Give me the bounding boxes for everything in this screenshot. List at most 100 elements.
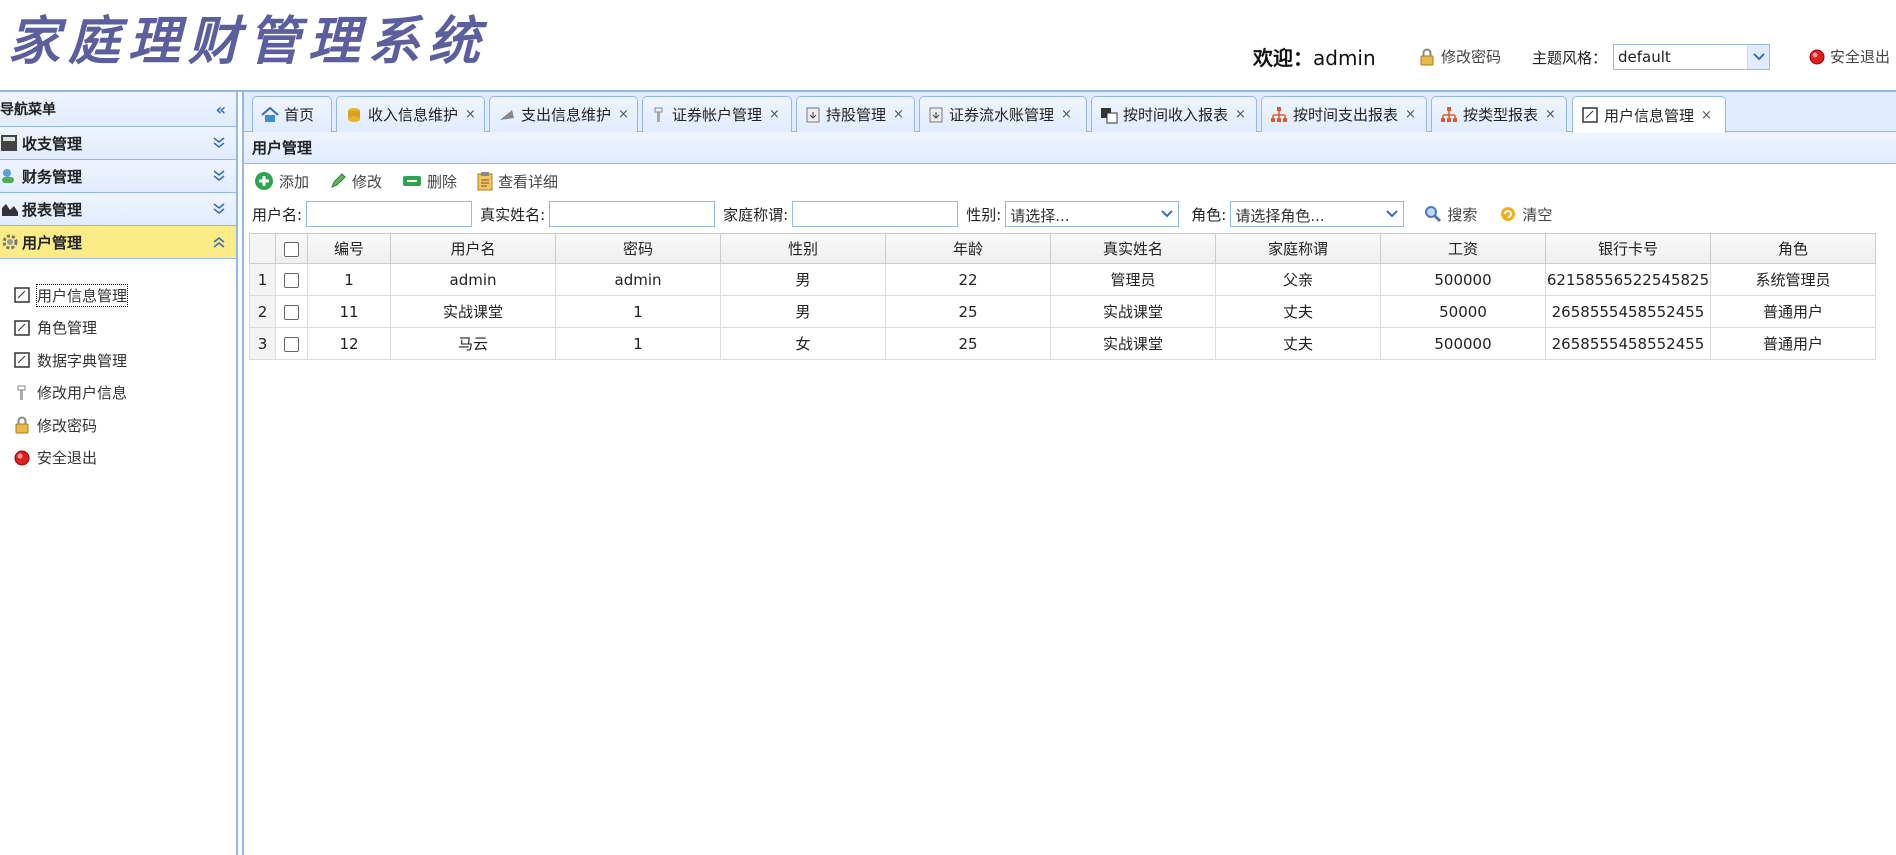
tab-income[interactable]: 收入信息维护 × — [336, 96, 485, 132]
role-filter-select[interactable]: 请选择角色... — [1230, 201, 1405, 227]
table-cell: 500000 — [1380, 327, 1546, 360]
column-header[interactable]: 真实姓名 — [1050, 233, 1216, 264]
column-header[interactable]: 编号 — [307, 233, 391, 264]
row-checkbox-cell[interactable] — [275, 327, 308, 360]
column-header[interactable]: 角色 — [1710, 233, 1876, 264]
tab-expense-report-by-time[interactable]: 按时间支出报表 × — [1261, 96, 1427, 132]
row-checkbox[interactable] — [284, 336, 299, 352]
column-header[interactable]: 密码 — [555, 233, 721, 264]
delete-button[interactable]: 删除 — [402, 171, 457, 192]
clear-button[interactable]: 清空 — [1499, 204, 1552, 225]
username-filter-input[interactable] — [306, 201, 473, 227]
close-icon[interactable]: × — [769, 107, 780, 122]
collapse-left-icon[interactable]: « — [216, 100, 226, 119]
gender-filter-select[interactable]: 请选择... — [1005, 201, 1180, 227]
row-checkbox[interactable] — [284, 304, 299, 320]
menu-item-change-password[interactable]: 修改密码 — [0, 409, 236, 442]
view-detail-button-label: 查看详细 — [498, 172, 559, 191]
select-all-checkbox-cell[interactable] — [275, 233, 308, 264]
table-cell: 丈夫 — [1215, 327, 1381, 360]
close-icon[interactable]: × — [1545, 107, 1556, 122]
theme-select[interactable]: default — [1613, 44, 1770, 70]
close-icon[interactable]: × — [893, 107, 904, 122]
tab-user-info-management[interactable]: 用户信息管理 × — [1572, 96, 1726, 133]
select-all-checkbox[interactable] — [284, 241, 299, 257]
edit-button[interactable]: 修改 — [329, 171, 382, 192]
section-user-management[interactable]: 用户管理 — [0, 226, 236, 259]
family-title-filter-label: 家庭称谓: — [723, 205, 789, 224]
tab-income-report-by-time[interactable]: 按时间收入报表 × — [1091, 96, 1257, 132]
column-header[interactable]: 银行卡号 — [1545, 233, 1711, 264]
close-icon[interactable]: × — [1061, 107, 1072, 122]
column-header[interactable]: 工资 — [1380, 233, 1546, 264]
tab-securities-ledger[interactable]: 证券流水账管理 × — [919, 96, 1087, 132]
tab-home[interactable]: 首页 — [252, 96, 332, 132]
clear-button-label: 清空 — [1522, 205, 1553, 224]
menu-item-roles[interactable]: 角色管理 — [0, 312, 236, 345]
column-header[interactable]: 家庭称谓 — [1215, 233, 1381, 264]
menu-item-dictionary[interactable]: 数据字典管理 — [0, 344, 236, 377]
column-header[interactable]: 性别 — [720, 233, 886, 264]
table-cell: admin — [390, 263, 556, 296]
chevron-down-icon[interactable] — [1747, 45, 1769, 69]
chart-icon — [2, 204, 18, 216]
menu-item-edit-user[interactable]: 修改用户信息 — [0, 377, 236, 410]
section-reports[interactable]: 报表管理 — [0, 193, 236, 226]
table-row[interactable]: 1 1 admin admin 男 22 管理员 父亲 500000 62158… — [249, 263, 1876, 296]
table-cell: 丈夫 — [1215, 295, 1381, 328]
chevron-down-icon[interactable] — [1156, 202, 1178, 226]
column-header[interactable]: 年龄 — [885, 233, 1051, 264]
view-detail-button[interactable]: 查看详细 — [477, 171, 558, 192]
menu-item-logout[interactable]: 安全退出 — [0, 442, 236, 475]
tab-securities-account[interactable]: 证券帐户管理 × — [642, 96, 792, 132]
menu-item-label: 角色管理 — [37, 319, 98, 338]
table-cell: 实战课堂 — [390, 295, 556, 328]
chevron-double-down-icon[interactable] — [212, 170, 226, 182]
gender-filter-value: 请选择... — [1010, 207, 1070, 225]
table-cell: 父亲 — [1215, 263, 1381, 296]
table-row[interactable]: 2 11 实战课堂 1 男 25 实战课堂 丈夫 50000 265855545… — [249, 295, 1876, 328]
table-cell: 马云 — [390, 327, 556, 360]
realname-filter-input[interactable] — [549, 201, 716, 227]
row-checkbox-cell[interactable] — [275, 295, 308, 328]
tab-report-by-type[interactable]: 按类型报表 × — [1431, 96, 1567, 132]
table-cell: 1 — [307, 263, 391, 296]
exit-icon — [1809, 49, 1825, 64]
close-icon[interactable]: × — [618, 107, 629, 122]
tab-expense[interactable]: 支出信息维护 × — [489, 96, 638, 132]
close-icon[interactable]: × — [465, 107, 476, 122]
table-cell: 系统管理员 — [1710, 263, 1876, 296]
coins-icon — [348, 107, 360, 122]
row-checkbox-cell[interactable] — [275, 263, 308, 296]
close-icon[interactable]: × — [1405, 107, 1416, 122]
search-bar: 用户名: 真实姓名: 家庭称谓: 性别: 请选择... 角色: 请选择角色...… — [244, 198, 1896, 230]
section-finance[interactable]: 财务管理 — [0, 160, 236, 193]
menu-item-user-info[interactable]: 用户信息管理 — [0, 279, 236, 312]
tab-label: 用户信息管理 — [1604, 106, 1695, 125]
table-row[interactable]: 3 12 马云 1 女 25 实战课堂 丈夫 500000 2658555458… — [249, 327, 1876, 360]
table-cell: 25 — [885, 295, 1051, 328]
search-button[interactable]: 搜索 — [1424, 204, 1477, 225]
section-label: 收支管理 — [22, 134, 83, 153]
chevron-down-icon[interactable] — [1381, 202, 1403, 226]
lock-icon — [15, 416, 29, 434]
section-income-expense[interactable]: 收支管理 — [0, 127, 236, 160]
chevron-double-up-icon[interactable] — [212, 236, 226, 248]
close-icon[interactable]: × — [1235, 107, 1246, 122]
logout-link[interactable]: 安全退出 — [1809, 46, 1890, 67]
row-checkbox[interactable] — [284, 272, 299, 288]
reload-icon — [1501, 207, 1516, 221]
change-password-link[interactable]: 修改密码 — [1418, 46, 1501, 67]
close-icon[interactable]: × — [1701, 108, 1712, 123]
user-data-grid: 编号 用户名 密码 性别 年龄 真实姓名 家庭称谓 工资 银行卡号 角色 1 1 — [249, 233, 1876, 360]
home-icon — [261, 106, 279, 122]
remove-icon — [403, 176, 422, 186]
form-icon — [14, 320, 30, 336]
add-button[interactable]: 添加 — [254, 171, 309, 192]
section-label: 财务管理 — [22, 167, 83, 186]
chevron-double-down-icon[interactable] — [212, 203, 226, 215]
family-title-filter-input[interactable] — [792, 201, 959, 227]
chevron-double-down-icon[interactable] — [212, 137, 226, 149]
column-header[interactable]: 用户名 — [390, 233, 556, 264]
tab-holdings[interactable]: 持股管理 × — [796, 96, 915, 132]
